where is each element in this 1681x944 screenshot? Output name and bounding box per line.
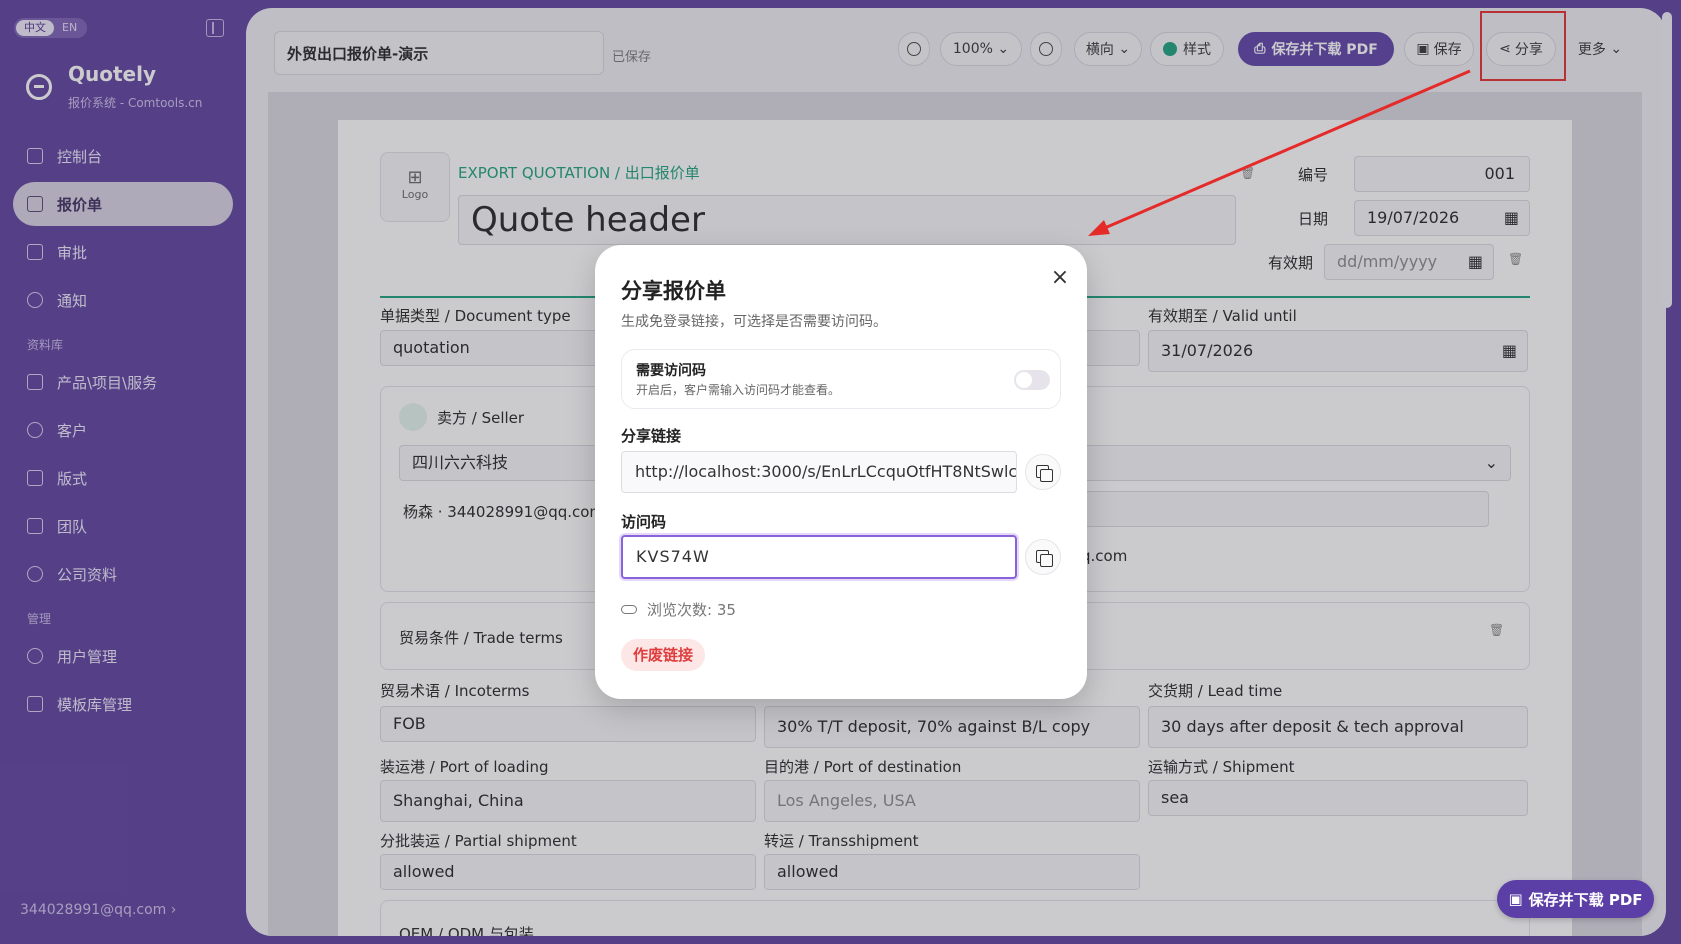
view-count: 浏览次数: 35 xyxy=(621,599,736,620)
access-code-toggle-title: 需要访问码 xyxy=(636,363,706,379)
access-code-label: 访问码 xyxy=(621,513,667,531)
share-dialog-title: 分享报价单 xyxy=(621,279,726,303)
access-code-toggle-hint: 开启后，客户需输入访问码才能查看。 xyxy=(636,383,841,397)
link-icon xyxy=(621,605,637,614)
page-scrollbar[interactable] xyxy=(1662,12,1672,308)
view-count-label: 浏览次数: 35 xyxy=(647,601,736,619)
share-dialog-description: 生成免登录链接，可选择是否需要访问码。 xyxy=(621,314,887,330)
close-icon[interactable]: × xyxy=(1049,267,1071,289)
access-code-input[interactable]: KVS74W xyxy=(621,535,1017,579)
access-code-toggle[interactable] xyxy=(1014,370,1050,390)
share-link-label: 分享链接 xyxy=(621,427,682,445)
access-code-toggle-card: 需要访问码 开启后，客户需输入访问码才能查看。 xyxy=(621,349,1061,409)
share-link-input[interactable]: http://localhost:3000/s/EnLrLCcquOtfHT8N… xyxy=(621,451,1017,493)
floating-save-pdf-label: 保存并下载 PDF xyxy=(1528,890,1643,909)
copy-link-icon[interactable] xyxy=(1025,454,1061,490)
copy-code-icon[interactable] xyxy=(1025,539,1061,575)
save-icon: ▣ xyxy=(1508,890,1523,908)
floating-save-pdf-button[interactable]: ▣ 保存并下载 PDF xyxy=(1497,880,1654,918)
share-dialog: 分享报价单 × 生成免登录链接，可选择是否需要访问码。 需要访问码 开启后，客户… xyxy=(595,245,1087,699)
revoke-link-button[interactable]: 作废链接 xyxy=(621,639,706,671)
